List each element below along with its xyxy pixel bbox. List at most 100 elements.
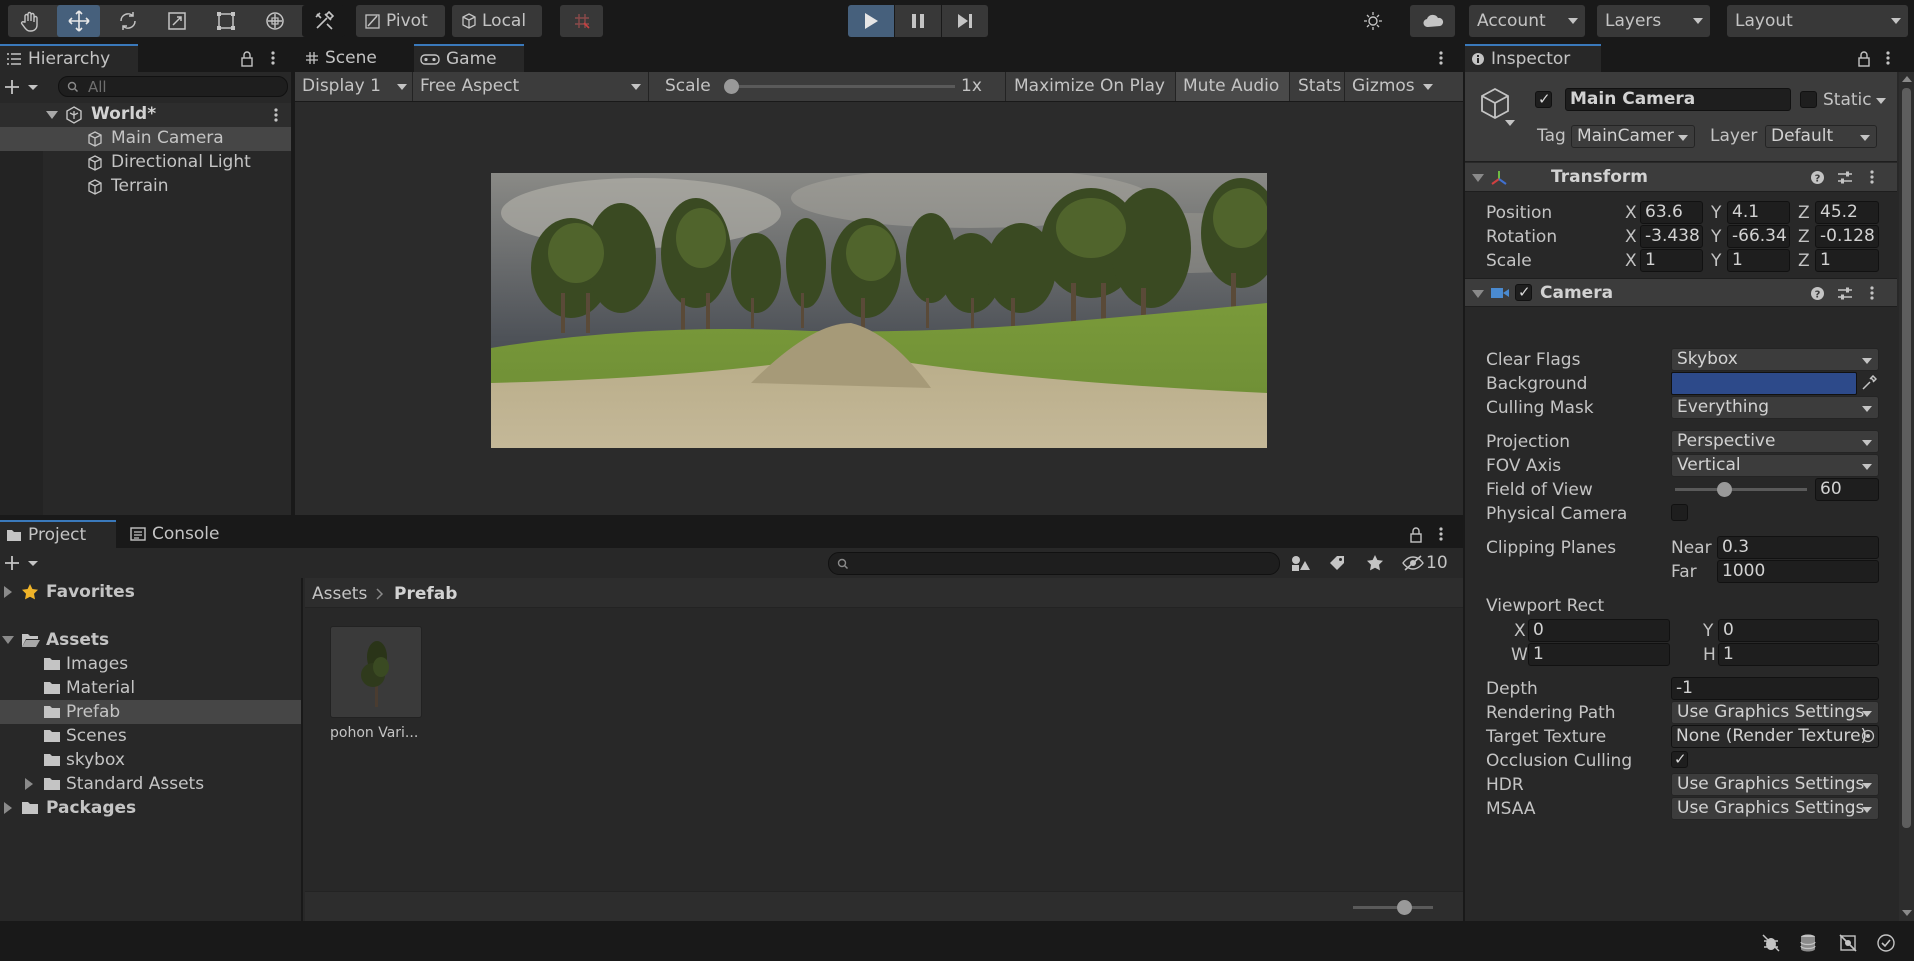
cloud-button[interactable] bbox=[1410, 5, 1455, 37]
rotation-y-field[interactable]: -66.34 bbox=[1727, 225, 1790, 248]
search-by-type-icon[interactable] bbox=[1290, 554, 1310, 572]
move-tool-button[interactable] bbox=[57, 5, 100, 37]
scroll-down-arrow-icon[interactable] bbox=[1902, 910, 1912, 916]
expand-arrow-icon[interactable] bbox=[4, 802, 12, 814]
account-dropdown[interactable]: Account bbox=[1469, 5, 1585, 37]
local-toggle-button[interactable]: Local bbox=[452, 5, 542, 37]
scene-root-row[interactable]: World* bbox=[0, 103, 291, 127]
kebab-menu-icon[interactable] bbox=[1869, 285, 1875, 301]
rotate-tool-button[interactable] bbox=[106, 5, 149, 37]
rotation-z-field[interactable]: -0.128 bbox=[1815, 225, 1879, 248]
occlusion-culling-checkbox[interactable] bbox=[1671, 750, 1688, 768]
lock-icon[interactable] bbox=[1409, 527, 1423, 543]
hdr-dropdown[interactable]: Use Graphics Settings bbox=[1671, 773, 1879, 796]
hierarchy-item-main-camera[interactable]: Main Camera bbox=[0, 127, 291, 151]
fov-slider[interactable] bbox=[1675, 482, 1807, 497]
inspector-scrollbar[interactable] bbox=[1899, 72, 1914, 921]
tab-inspector[interactable]: Inspector bbox=[1465, 44, 1601, 72]
folder-standard-assets[interactable]: Standard Assets bbox=[0, 772, 301, 796]
help-icon[interactable]: ? bbox=[1810, 286, 1825, 301]
background-color-swatch[interactable] bbox=[1671, 372, 1857, 395]
chevron-down-icon[interactable] bbox=[1505, 120, 1515, 126]
custom-tool-button[interactable] bbox=[302, 5, 345, 37]
thumbnail-size-slider[interactable] bbox=[1353, 900, 1433, 915]
fov-field[interactable]: 60 bbox=[1815, 478, 1879, 501]
pivot-toggle-button[interactable]: Pivot bbox=[356, 5, 445, 37]
favorites-row[interactable]: Favorites bbox=[0, 580, 301, 604]
depth-field[interactable]: -1 bbox=[1671, 677, 1879, 700]
folder-material[interactable]: Material bbox=[0, 676, 301, 700]
collapse-arrow-icon[interactable] bbox=[1472, 174, 1484, 182]
preset-sliders-icon[interactable] bbox=[1837, 286, 1853, 301]
position-x-field[interactable]: 63.6 bbox=[1640, 201, 1703, 224]
collapse-arrow-icon[interactable] bbox=[46, 111, 58, 119]
scale-x-field[interactable]: 1 bbox=[1640, 249, 1703, 272]
kebab-menu-icon[interactable] bbox=[270, 50, 276, 66]
rect-tool-button[interactable] bbox=[204, 5, 247, 37]
layer-dropdown[interactable]: Default bbox=[1765, 125, 1877, 148]
mute-audio-toggle[interactable]: Mute Audio bbox=[1175, 72, 1289, 101]
culling-mask-dropdown[interactable]: Everything bbox=[1671, 396, 1879, 419]
label-tag-icon[interactable] bbox=[1328, 554, 1346, 572]
layout-dropdown[interactable]: Layout bbox=[1727, 5, 1908, 37]
tab-game[interactable]: Game bbox=[414, 44, 524, 72]
camera-component-header[interactable]: Camera ? bbox=[1465, 278, 1897, 307]
folder-scenes[interactable]: Scenes bbox=[0, 724, 301, 748]
rendering-path-dropdown[interactable]: Use Graphics Settings bbox=[1671, 701, 1879, 724]
chevron-down-icon[interactable] bbox=[1876, 98, 1886, 104]
transform-tool-button[interactable] bbox=[253, 5, 296, 37]
light-settings-button[interactable] bbox=[1350, 5, 1395, 37]
hand-tool-button[interactable] bbox=[8, 5, 51, 37]
expand-arrow-icon[interactable] bbox=[4, 586, 12, 598]
cache-server-icon[interactable] bbox=[1798, 933, 1818, 953]
hierarchy-create-button[interactable] bbox=[4, 78, 42, 96]
expand-arrow-icon[interactable] bbox=[25, 778, 33, 790]
packages-row[interactable]: Packages bbox=[0, 796, 301, 820]
hidden-eye-icon[interactable] bbox=[1402, 555, 1424, 571]
help-icon[interactable]: ? bbox=[1810, 170, 1825, 185]
kebab-menu-icon[interactable] bbox=[1438, 50, 1444, 66]
collapse-arrow-icon[interactable] bbox=[1472, 290, 1484, 298]
tab-console[interactable]: Console bbox=[124, 520, 240, 548]
project-create-button[interactable] bbox=[4, 554, 42, 572]
chevron-down-icon[interactable] bbox=[1423, 84, 1433, 90]
viewport-h-field[interactable]: 1 bbox=[1718, 643, 1879, 666]
scale-y-field[interactable]: 1 bbox=[1727, 249, 1790, 272]
breadcrumb-assets[interactable]: Assets bbox=[312, 586, 367, 603]
position-z-field[interactable]: 45.2 bbox=[1815, 201, 1879, 224]
folder-prefab[interactable]: Prefab bbox=[0, 700, 301, 724]
scroll-up-arrow-icon[interactable] bbox=[1902, 76, 1912, 82]
tab-project[interactable]: Project bbox=[0, 520, 116, 548]
grid-snap-button[interactable] bbox=[560, 5, 603, 37]
viewport-x-field[interactable]: 0 bbox=[1528, 619, 1670, 642]
camera-enabled-checkbox[interactable] bbox=[1515, 283, 1532, 301]
near-field[interactable]: 0.3 bbox=[1717, 536, 1879, 559]
hierarchy-item-directional-light[interactable]: Directional Light bbox=[0, 151, 291, 175]
physical-camera-checkbox[interactable] bbox=[1671, 504, 1688, 521]
kebab-menu-icon[interactable] bbox=[1438, 526, 1444, 542]
project-search-input[interactable] bbox=[828, 552, 1280, 575]
rotation-x-field[interactable]: -3.438 bbox=[1640, 225, 1703, 248]
folder-skybox[interactable]: skybox bbox=[0, 748, 301, 772]
debug-bug-icon[interactable] bbox=[1761, 933, 1781, 953]
network-off-icon[interactable] bbox=[1838, 933, 1858, 953]
preset-sliders-icon[interactable] bbox=[1837, 170, 1853, 185]
aspect-dropdown[interactable]: Free Aspect bbox=[413, 72, 649, 101]
lock-icon[interactable] bbox=[1857, 51, 1871, 67]
stats-toggle[interactable]: Stats bbox=[1289, 72, 1344, 101]
gizmos-toggle[interactable]: Gizmos bbox=[1344, 72, 1439, 101]
object-picker-icon[interactable] bbox=[1861, 729, 1875, 743]
lock-icon[interactable] bbox=[240, 51, 254, 67]
maximize-on-play-toggle[interactable]: Maximize On Play bbox=[1005, 72, 1175, 101]
scrollbar-thumb[interactable] bbox=[1902, 88, 1911, 828]
pause-button[interactable] bbox=[895, 5, 941, 37]
tab-scene[interactable]: Scene bbox=[299, 44, 409, 72]
collapse-arrow-icon[interactable] bbox=[2, 636, 14, 644]
scale-slider[interactable] bbox=[724, 79, 955, 94]
scale-slider-thumb[interactable] bbox=[724, 79, 739, 94]
display-dropdown[interactable]: Display 1 bbox=[295, 72, 413, 101]
star-icon[interactable] bbox=[1366, 554, 1384, 572]
play-button[interactable] bbox=[848, 5, 894, 37]
viewport-w-field[interactable]: 1 bbox=[1528, 643, 1670, 666]
fov-slider-thumb[interactable] bbox=[1717, 482, 1732, 497]
